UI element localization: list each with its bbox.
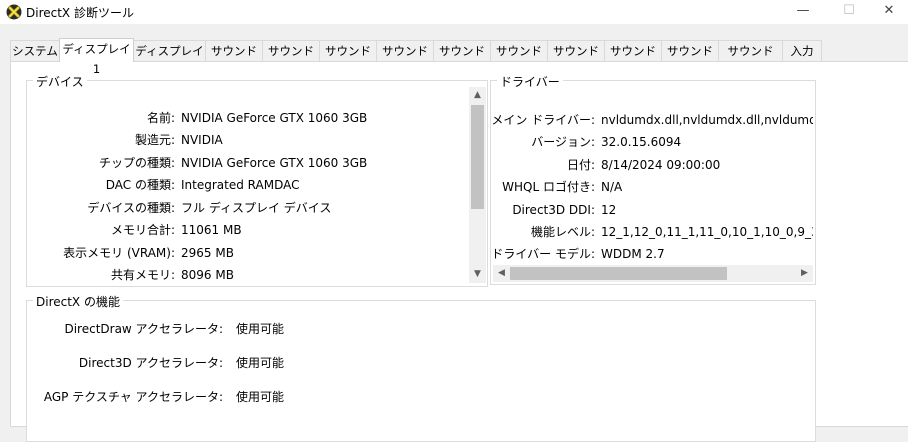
device-row-type: デバイスの種類: フル ディスプレイ デバイス: [27, 199, 457, 217]
tab-sound-9[interactable]: サウンド 9: [661, 40, 719, 78]
driver-value: 12_1,12_0,11_1,11_0,10_1,10_0,9_3,9_2,9_…: [601, 225, 813, 239]
tab-sound-10[interactable]: サウンド 10: [718, 40, 783, 78]
tab-system[interactable]: システム: [10, 40, 60, 61]
device-value: Integrated RAMDAC: [181, 178, 300, 192]
scroll-thumb[interactable]: [510, 267, 727, 280]
scroll-left-icon[interactable]: ◀: [493, 265, 510, 282]
driver-value: N/A: [601, 180, 623, 194]
driver-value: nvldumdx.dll,nvldumdx.dll,nvldumdx.dll,: [601, 113, 813, 127]
feature-label: DirectDraw アクセラレータ:: [64, 322, 223, 336]
device-vertical-scrollbar[interactable]: ▲ ▼: [469, 87, 486, 283]
device-row-vram: 表示メモリ (VRAM): 2965 MB: [27, 244, 457, 262]
feature-value: 使用可能: [236, 356, 285, 370]
tab-sound-7[interactable]: サウンド 7: [547, 40, 605, 78]
device-value: 2965 MB: [181, 246, 234, 260]
driver-label: Direct3D DDI:: [512, 203, 595, 217]
driver-value: 32.0.15.6094: [601, 135, 682, 149]
device-row-name: 名前: NVIDIA GeForce GTX 1060 3GB: [27, 109, 457, 127]
device-value: NVIDIA GeForce GTX 1060 3GB: [181, 156, 368, 170]
driver-label: 日付:: [566, 158, 595, 172]
driver-value: 8/14/2024 09:00:00: [601, 158, 721, 172]
tab-display-2[interactable]: ディスプレイ 2: [133, 40, 206, 78]
tab-sound-1[interactable]: サウンド 1: [205, 40, 263, 78]
device-value: フル ディスプレイ デバイス: [181, 201, 332, 215]
device-row-total-memory: メモリ合計: 11061 MB: [27, 221, 457, 239]
device-row-chip: チップの種類: NVIDIA GeForce GTX 1060 3GB: [27, 154, 457, 172]
tab-sound-8[interactable]: サウンド 8: [604, 40, 662, 78]
window-title: DirectX 診断ツール: [26, 6, 134, 20]
driver-group-title: ドライバー: [497, 73, 563, 90]
driver-label: ドライバー モデル:: [491, 247, 595, 261]
tab-sound-5[interactable]: サウンド 5: [433, 40, 491, 78]
scroll-thumb[interactable]: [471, 105, 484, 209]
device-label: チップの種類:: [98, 156, 175, 170]
feature-value: 使用可能: [236, 390, 285, 404]
driver-row-date: 日付: 8/14/2024 09:00:00: [491, 156, 813, 174]
device-label: デバイスの種類:: [87, 201, 175, 215]
device-label: 表示メモリ (VRAM):: [63, 246, 175, 260]
feature-row-direct3d: Direct3D アクセラレータ: 使用可能: [27, 354, 527, 372]
scroll-right-icon[interactable]: ▶: [796, 265, 813, 282]
driver-label: バージョン:: [531, 135, 595, 149]
driver-label: 機能レベル:: [530, 225, 595, 239]
driver-value: 12: [601, 203, 617, 217]
driver-row-version: バージョン: 32.0.15.6094: [491, 133, 813, 151]
tab-panel: デバイス 名前: NVIDIA GeForce GTX 1060 3GB 製造元…: [10, 61, 908, 442]
device-label: 名前:: [146, 111, 175, 125]
features-group-title: DirectX の機能: [33, 293, 123, 310]
driver-horizontal-scrollbar[interactable]: ◀ ▶: [493, 265, 813, 282]
driver-row-feature-levels: 機能レベル: 12_1,12_0,11_1,11_0,10_1,10_0,9_3…: [491, 223, 813, 241]
tab-sound-3[interactable]: サウンド 3: [319, 40, 377, 78]
close-button[interactable]: ✕: [866, 0, 908, 24]
directx-x-icon: [6, 4, 22, 20]
device-value: 11061 MB: [181, 223, 242, 237]
driver-row-ddi: Direct3D DDI: 12: [491, 201, 813, 219]
tab-sound-2[interactable]: サウンド 2: [262, 40, 320, 78]
tab-input[interactable]: 入力: [782, 40, 822, 61]
driver-row-whql: WHQL ロゴ付き: N/A: [491, 178, 813, 196]
device-row-manufacturer: 製造元: NVIDIA: [27, 131, 457, 149]
device-group-title: デバイス: [33, 73, 87, 90]
scroll-down-icon[interactable]: ▼: [469, 266, 486, 283]
feature-label: AGP テクスチャ アクセラレータ:: [43, 390, 223, 404]
tab-sound-6[interactable]: サウンド 6: [490, 40, 548, 78]
feature-row-agp: AGP テクスチャ アクセラレータ: 使用可能: [27, 388, 527, 406]
directx-features-group: DirectX の機能 DirectDraw アクセラレータ: 使用可能 Dir…: [26, 293, 816, 442]
driver-label: WHQL ロゴ付き:: [502, 180, 595, 194]
device-label: メモリ合計:: [110, 223, 175, 237]
driver-row-model: ドライバー モデル: WDDM 2.7: [491, 245, 813, 263]
device-group: デバイス 名前: NVIDIA GeForce GTX 1060 3GB 製造元…: [26, 73, 488, 287]
driver-group: ドライバー メイン ドライバー: nvldumdx.dll,nvldumdx.d…: [490, 73, 816, 285]
feature-label: Direct3D アクセラレータ:: [78, 356, 223, 370]
tab-sound-4[interactable]: サウンド 4: [376, 40, 434, 78]
feature-row-directdraw: DirectDraw アクセラレータ: 使用可能: [27, 320, 527, 338]
device-row-shared-memory: 共有メモリ: 8096 MB: [27, 266, 457, 284]
title-bar: DirectX 診断ツール — ☐ ✕: [0, 0, 908, 24]
device-value: NVIDIA GeForce GTX 1060 3GB: [181, 111, 368, 125]
feature-value: 使用可能: [236, 322, 285, 336]
driver-value: WDDM 2.7: [601, 247, 665, 261]
device-label: DAC の種類:: [105, 178, 175, 192]
device-label: 製造元:: [134, 133, 175, 147]
minimize-button[interactable]: —: [780, 0, 826, 24]
tab-display-1[interactable]: ディスプレイ 1: [59, 38, 134, 76]
device-label: 共有メモリ:: [110, 268, 175, 282]
device-value: NVIDIA: [181, 133, 223, 147]
device-row-dac: DAC の種類: Integrated RAMDAC: [27, 176, 457, 194]
scroll-up-icon[interactable]: ▲: [469, 87, 486, 104]
driver-label: メイン ドライバー:: [491, 113, 595, 127]
device-value: 8096 MB: [181, 268, 234, 282]
driver-row-main: メイン ドライバー: nvldumdx.dll,nvldumdx.dll,nvl…: [491, 111, 813, 129]
